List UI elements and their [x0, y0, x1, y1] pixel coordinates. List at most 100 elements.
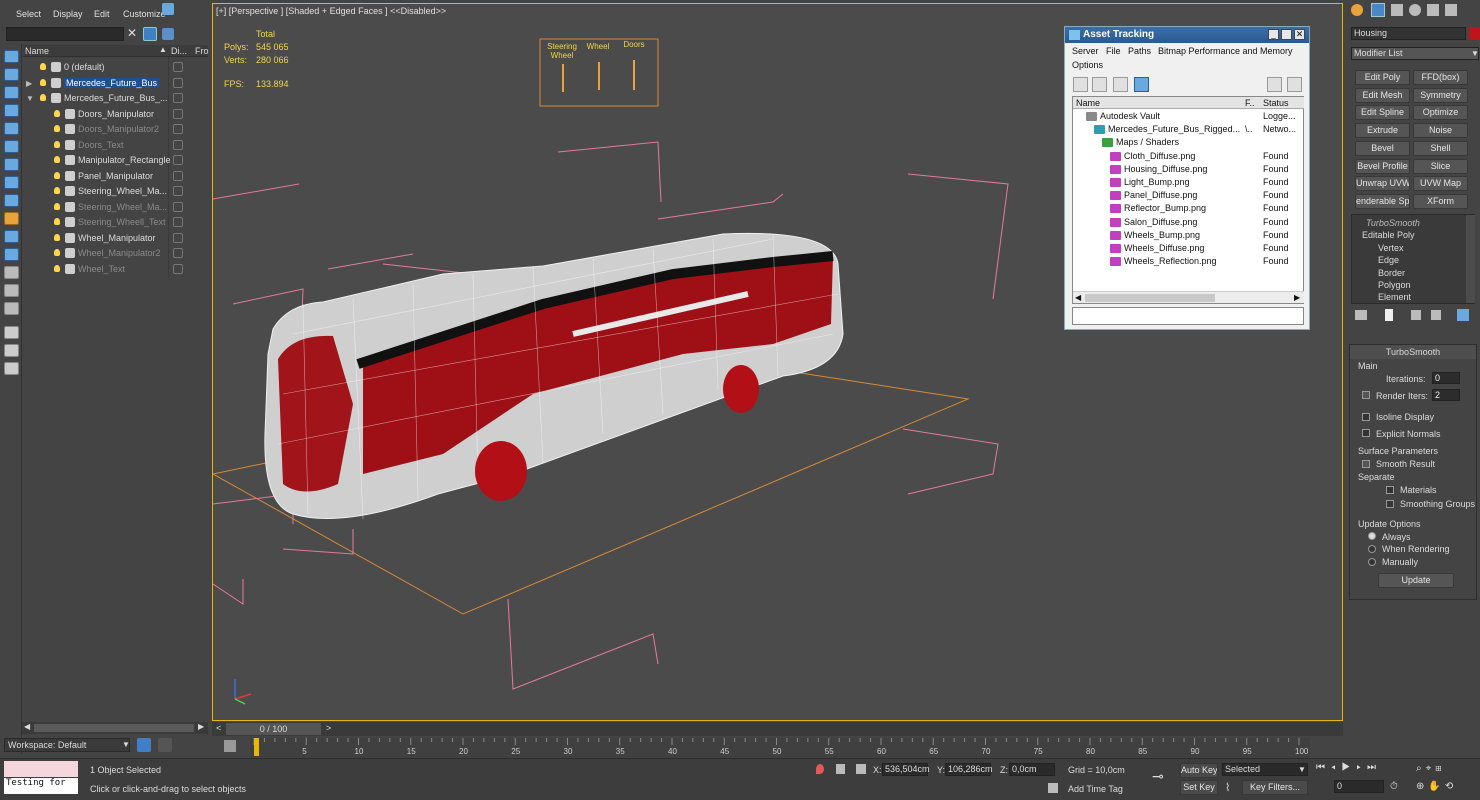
tree-row[interactable]: 0 (default) — [23, 60, 208, 75]
freeze-toggle-icon[interactable] — [173, 201, 183, 212]
time-tag-icon[interactable] — [1048, 783, 1058, 793]
scroll-thumb[interactable] — [1085, 294, 1215, 302]
render-iters-spinner[interactable]: 2 — [1432, 389, 1460, 401]
stack-item[interactable]: Element — [1378, 292, 1411, 302]
all-filter-icon[interactable] — [4, 302, 19, 315]
hidden-filter-icon[interactable] — [4, 284, 19, 297]
display-none-icon[interactable] — [4, 50, 19, 63]
viewport-label[interactable]: [+] [Perspective ] [Shaded + Edged Faces… — [216, 6, 446, 16]
rollout-title[interactable]: TurboSmooth — [1350, 345, 1476, 359]
expand-arrow-icon[interactable]: ▼ — [26, 94, 34, 103]
menu-select[interactable]: Select — [16, 9, 41, 19]
tree-row[interactable]: Wheel_Manipulator — [23, 231, 208, 246]
freeze-toggle-icon[interactable] — [173, 93, 183, 103]
asset-row[interactable]: Reflector_Bump.png Found — [1073, 202, 1304, 215]
hierarchy-icon[interactable] — [4, 344, 19, 357]
time-slider-thumb[interactable]: 0 / 100 — [226, 723, 321, 735]
isoline-checkbox[interactable] — [1362, 413, 1370, 421]
layers-icon[interactable] — [162, 28, 174, 40]
freeze-toggle-icon[interactable] — [173, 139, 183, 150]
tree-row[interactable]: ▶ Mercedes_Future_Bus — [23, 76, 208, 91]
create-tab-icon[interactable] — [1351, 4, 1363, 16]
modify-tab-icon[interactable] — [1371, 3, 1385, 17]
table-view-icon[interactable] — [1113, 77, 1128, 92]
freeze-toggle-icon[interactable] — [173, 186, 183, 196]
hierarchy-tab-icon[interactable] — [1391, 4, 1403, 16]
link-icon[interactable] — [4, 362, 19, 375]
tree-row[interactable]: Panel_Manipulator — [23, 169, 208, 184]
xrefs-filter-icon[interactable] — [4, 212, 19, 225]
asset-row[interactable]: Wheels_Reflection.png Found — [1073, 255, 1304, 268]
menu-customize[interactable]: Customize — [123, 9, 166, 19]
modifier-button[interactable]: Edit Poly — [1355, 70, 1410, 85]
manually-radio[interactable] — [1368, 558, 1376, 566]
col-name-header[interactable]: Name — [25, 46, 49, 56]
freeze-toggle-icon[interactable] — [173, 263, 183, 274]
freeze-toggle-icon[interactable] — [173, 232, 183, 243]
explorer-options-icon[interactable] — [162, 3, 174, 15]
modifier-button[interactable]: enderable Splin — [1355, 193, 1410, 209]
maxscript-input[interactable]: Testing for — [4, 778, 78, 794]
modifier-button[interactable]: Extrude — [1355, 123, 1410, 139]
time-next-icon[interactable]: > — [326, 723, 331, 733]
display-all-icon[interactable] — [4, 68, 19, 81]
absolute-mode-icon[interactable] — [856, 764, 866, 774]
visibility-bulb-icon[interactable] — [54, 249, 60, 256]
bones-filter-icon[interactable] — [4, 230, 19, 243]
freeze-toggle-icon[interactable] — [173, 155, 183, 165]
visibility-bulb-icon[interactable] — [54, 171, 60, 179]
settings-icon[interactable] — [1287, 77, 1302, 92]
lights-filter-icon[interactable] — [4, 122, 19, 135]
key-icon[interactable]: ⊸ — [1152, 769, 1172, 783]
z-coordinate[interactable]: 0,0cm — [1009, 763, 1055, 776]
isolate-icon[interactable] — [816, 764, 824, 774]
modifier-button[interactable]: Edit Spline — [1355, 105, 1410, 121]
x-coordinate[interactable]: 536,504cm — [882, 763, 930, 776]
modifier-button[interactable]: Optimize — [1413, 105, 1468, 121]
list-view-icon[interactable] — [1092, 77, 1107, 92]
visibility-bulb-icon[interactable] — [54, 202, 60, 210]
materials-checkbox[interactable] — [1386, 486, 1394, 494]
tree-row[interactable]: Doors_Text — [23, 138, 208, 153]
help-icon[interactable] — [1267, 77, 1282, 92]
collapse-arrow-icon[interactable]: ▶ — [26, 79, 32, 88]
visibility-bulb-icon[interactable] — [40, 63, 46, 70]
current-frame-marker[interactable] — [254, 738, 259, 756]
time-prev-icon[interactable]: < — [216, 723, 221, 733]
stack-scrollbar[interactable] — [1466, 215, 1475, 303]
modifier-list-dropdown[interactable]: Modifier List ▼ — [1351, 47, 1479, 60]
modifier-button[interactable]: XForm — [1413, 193, 1468, 209]
layer-explorer-icon[interactable] — [137, 738, 151, 752]
modifier-button[interactable]: Slice — [1413, 158, 1468, 174]
modifier-button[interactable]: UVW Map — [1413, 176, 1468, 192]
tree-row[interactable]: Doors_Manipulator2 — [23, 122, 208, 137]
steering-slider[interactable] — [562, 64, 564, 92]
nav-orbit-icons[interactable]: ⊕✋⟲ — [1416, 781, 1457, 792]
freeze-toggle-icon[interactable] — [173, 170, 183, 181]
stack-item[interactable]: Edge — [1378, 255, 1399, 265]
current-frame-field[interactable]: 0 — [1334, 780, 1384, 793]
menu-file[interactable]: File — [1106, 46, 1121, 56]
col-freeze-header[interactable]: Fro — [195, 46, 209, 56]
modifier-button[interactable]: Edit Mesh — [1355, 87, 1410, 103]
stack-item[interactable]: Border — [1378, 268, 1405, 278]
menu-display[interactable]: Display — [53, 9, 83, 19]
spacewarps-filter-icon[interactable] — [4, 176, 19, 189]
set-key-button[interactable]: Set Key — [1180, 780, 1218, 795]
auto-key-button[interactable]: Auto Key — [1180, 763, 1218, 778]
col-status[interactable]: Status — [1263, 98, 1289, 108]
minimize-icon[interactable]: _ — [1268, 29, 1279, 40]
key-filters-button[interactable]: Key Filters... — [1242, 780, 1308, 795]
shapes-filter-icon[interactable] — [4, 104, 19, 117]
smooth-result-checkbox[interactable] — [1362, 460, 1370, 468]
scroll-thumb[interactable] — [34, 724, 194, 732]
clear-search-icon[interactable]: ✕ — [127, 26, 137, 40]
mini-curve-editor-icon[interactable] — [224, 740, 236, 752]
stack-item[interactable]: Vertex — [1378, 243, 1404, 253]
visibility-bulb-icon[interactable] — [54, 125, 60, 132]
explicit-normals-checkbox[interactable] — [1362, 429, 1370, 437]
render-iters-checkbox[interactable] — [1362, 391, 1370, 399]
asset-path-field[interactable] — [1072, 307, 1304, 325]
visibility-bulb-icon[interactable] — [54, 218, 60, 225]
visibility-bulb-icon[interactable] — [40, 94, 46, 101]
